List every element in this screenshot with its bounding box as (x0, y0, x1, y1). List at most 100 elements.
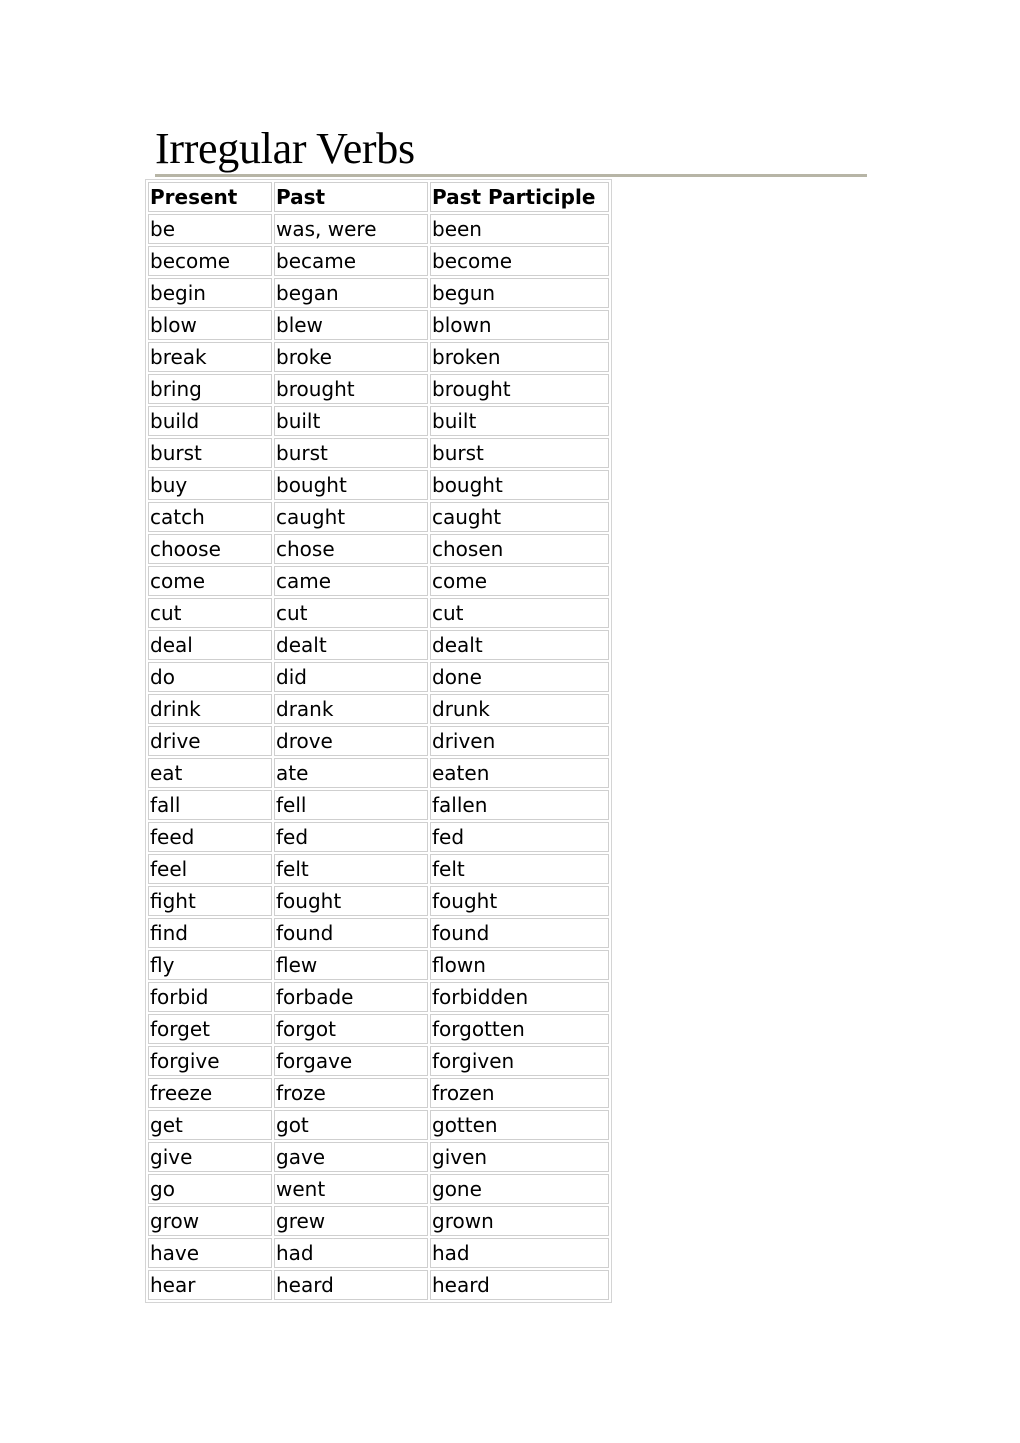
cell-present: freeze (148, 1078, 272, 1108)
cell-present: fight (148, 886, 272, 916)
table-row: get got gotten (148, 1110, 609, 1140)
cell-past: was, were (274, 214, 428, 244)
cell-past-participle: caught (430, 502, 609, 532)
cell-past: brought (274, 374, 428, 404)
cell-past-participle: broken (430, 342, 609, 372)
table-row: give gave given (148, 1142, 609, 1172)
cell-past-participle: brought (430, 374, 609, 404)
table-row: forget forgot forgotten (148, 1014, 609, 1044)
cell-present: fly (148, 950, 272, 980)
cell-past: blew (274, 310, 428, 340)
cell-present: break (148, 342, 272, 372)
cell-present: build (148, 406, 272, 436)
cell-past: drank (274, 694, 428, 724)
cell-past: chose (274, 534, 428, 564)
cell-past: flew (274, 950, 428, 980)
cell-past-participle: dealt (430, 630, 609, 660)
cell-past-participle: been (430, 214, 609, 244)
cell-past-participle: frozen (430, 1078, 609, 1108)
cell-past: froze (274, 1078, 428, 1108)
cell-past-participle: forgotten (430, 1014, 609, 1044)
table-row: eat ate eaten (148, 758, 609, 788)
cell-past: began (274, 278, 428, 308)
cell-present: forget (148, 1014, 272, 1044)
cell-past-participle: blown (430, 310, 609, 340)
cell-past: did (274, 662, 428, 692)
table-row: hear heard heard (148, 1270, 609, 1300)
table-body: be was, were been become became become begin be… (148, 214, 609, 1300)
cell-present: forgive (148, 1046, 272, 1076)
cell-present: have (148, 1238, 272, 1268)
table-row: be was, were been (148, 214, 609, 244)
table-row: bring brought brought (148, 374, 609, 404)
table-row: drive drove driven (148, 726, 609, 756)
cell-past: felt (274, 854, 428, 884)
page-title: Irregular Verbs (155, 124, 415, 173)
table-row: forbid forbade forbidden (148, 982, 609, 1012)
cell-present: forbid (148, 982, 272, 1012)
header-present: Present (148, 182, 272, 212)
table-row: forgive forgave forgiven (148, 1046, 609, 1076)
cell-past-participle: fed (430, 822, 609, 852)
cell-past-participle: heard (430, 1270, 609, 1300)
table-row: grow grew grown (148, 1206, 609, 1236)
cell-past: heard (274, 1270, 428, 1300)
cell-past: bought (274, 470, 428, 500)
table-row: come came come (148, 566, 609, 596)
cell-past-participle: found (430, 918, 609, 948)
cell-past: fought (274, 886, 428, 916)
cell-present: feel (148, 854, 272, 884)
table-row: catch caught caught (148, 502, 609, 532)
table-row: fly flew flown (148, 950, 609, 980)
cell-past: gave (274, 1142, 428, 1172)
table-row: break broke broken (148, 342, 609, 372)
irregular-verbs-table: Present Past Past Participle be was, were… (145, 179, 612, 1303)
cell-present: drink (148, 694, 272, 724)
cell-present: be (148, 214, 272, 244)
cell-past-participle: felt (430, 854, 609, 884)
cell-past: caught (274, 502, 428, 532)
cell-past: burst (274, 438, 428, 468)
cell-past-participle: come (430, 566, 609, 596)
cell-past: ate (274, 758, 428, 788)
table-row: go went gone (148, 1174, 609, 1204)
cell-past: became (274, 246, 428, 276)
title-divider (155, 174, 867, 177)
cell-past: cut (274, 598, 428, 628)
cell-present: blow (148, 310, 272, 340)
cell-present: become (148, 246, 272, 276)
cell-past: found (274, 918, 428, 948)
table-row: buy bought bought (148, 470, 609, 500)
cell-present: drive (148, 726, 272, 756)
cell-past-participle: given (430, 1142, 609, 1172)
cell-past: went (274, 1174, 428, 1204)
table-row: deal dealt dealt (148, 630, 609, 660)
table-row: cut cut cut (148, 598, 609, 628)
cell-past: fell (274, 790, 428, 820)
cell-past: fed (274, 822, 428, 852)
cell-past-participle: forbidden (430, 982, 609, 1012)
cell-past-participle: chosen (430, 534, 609, 564)
cell-present: choose (148, 534, 272, 564)
cell-present: eat (148, 758, 272, 788)
table-row: begin began begun (148, 278, 609, 308)
cell-present: buy (148, 470, 272, 500)
cell-present: give (148, 1142, 272, 1172)
cell-past: forbade (274, 982, 428, 1012)
cell-past-participle: done (430, 662, 609, 692)
cell-present: hear (148, 1270, 272, 1300)
table-row: build built built (148, 406, 609, 436)
cell-past-participle: begun (430, 278, 609, 308)
table-row: become became become (148, 246, 609, 276)
cell-past: got (274, 1110, 428, 1140)
cell-present: go (148, 1174, 272, 1204)
table-row: choose chose chosen (148, 534, 609, 564)
cell-past: came (274, 566, 428, 596)
table-row: fall fell fallen (148, 790, 609, 820)
table-row: find found found (148, 918, 609, 948)
cell-past-participle: gone (430, 1174, 609, 1204)
cell-present: fall (148, 790, 272, 820)
table-row: have had had (148, 1238, 609, 1268)
cell-past: drove (274, 726, 428, 756)
table-row: do did done (148, 662, 609, 692)
